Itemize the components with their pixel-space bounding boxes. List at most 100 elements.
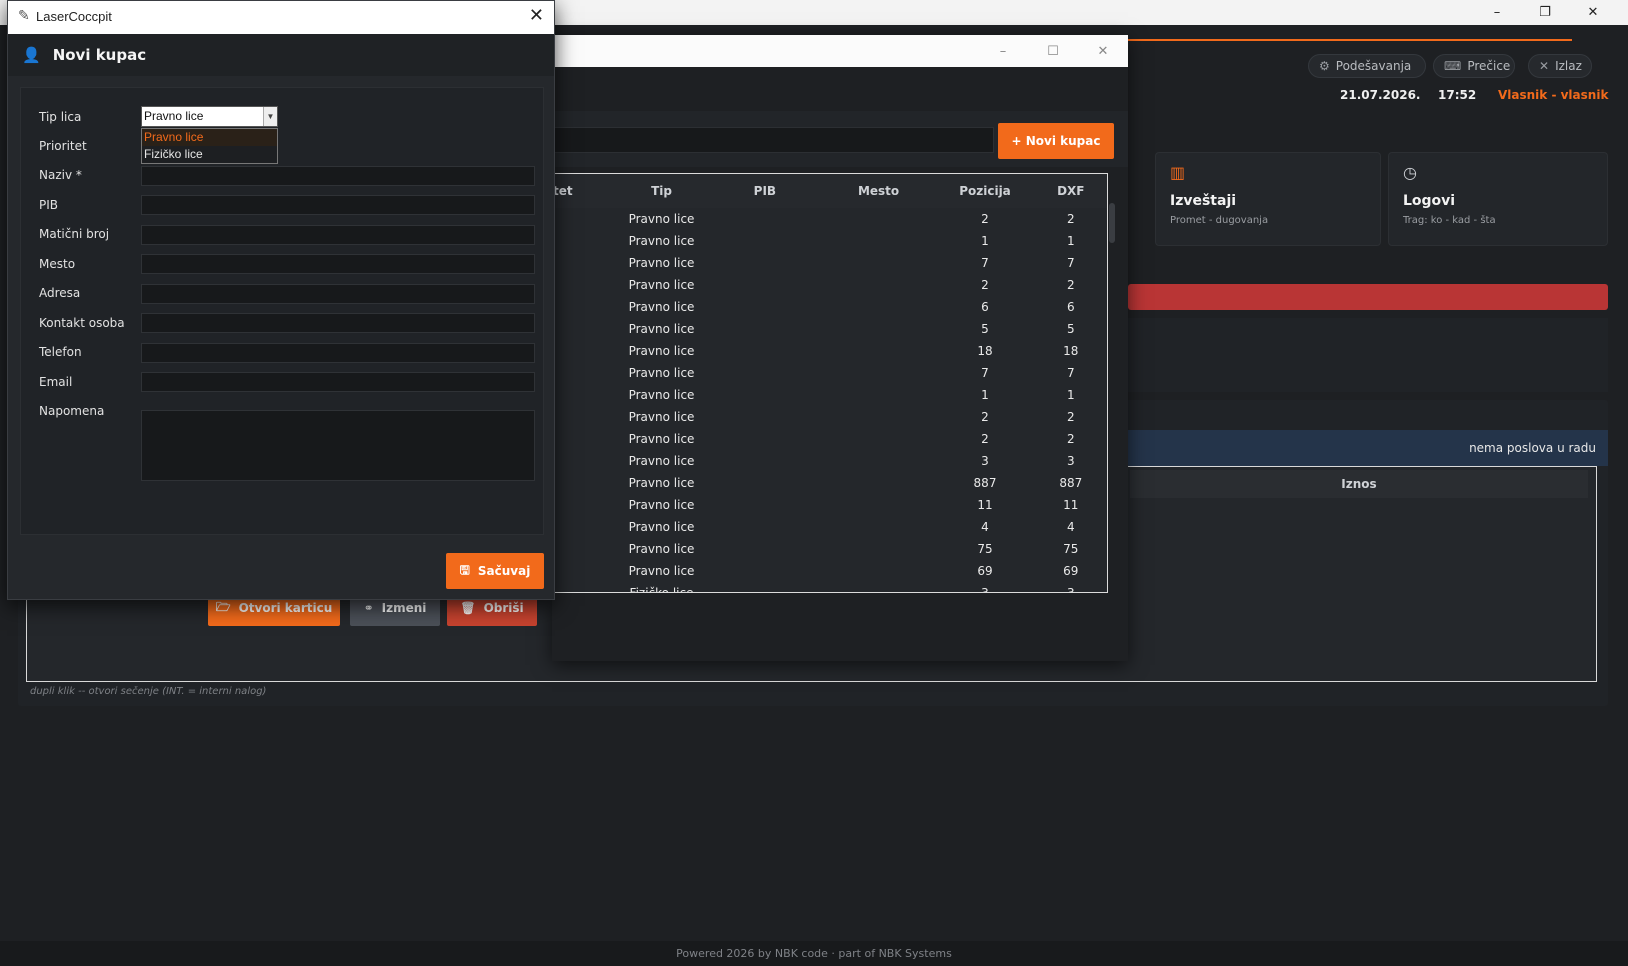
label-naziv: Naziv *	[39, 168, 82, 182]
label-telefon: Telefon	[39, 345, 82, 359]
logs-card[interactable]: ◷ Logovi Trag: ko - kad - šta	[1388, 152, 1608, 246]
cell-pozicija: 2	[981, 432, 989, 446]
cell-pib	[708, 384, 822, 406]
dropdown-option-pravno-lice[interactable]: Pravno lice	[142, 129, 277, 146]
cell-pib	[708, 230, 822, 252]
column-header-pozicija[interactable]: Pozicija	[935, 174, 1035, 208]
customers-table[interactable]: tet Tip PIB Mesto Pozicija DXF Pravno li…	[552, 173, 1108, 593]
cell-mesto	[822, 362, 936, 384]
cell-mesto	[822, 472, 936, 494]
tip-lica-select[interactable]: Pravno lice ▼	[141, 106, 278, 127]
maticni-broj-field[interactable]	[141, 225, 535, 245]
reports-subtitle: Promet - dugovanja	[1170, 215, 1269, 226]
table-row[interactable]: Pravno lice 5 5	[553, 318, 1107, 340]
reports-card[interactable]: ▥ Izveštaji Promet - dugovanja	[1155, 152, 1381, 246]
table-row[interactable]: Pravno lice 4 4	[553, 516, 1107, 538]
napomena-textarea[interactable]	[141, 410, 535, 481]
restore-button[interactable]: ❐	[1522, 0, 1568, 25]
cell-tip: Pravno lice	[628, 520, 695, 534]
table-row[interactable]: Pravno lice 2 2	[553, 406, 1107, 428]
adresa-field[interactable]	[141, 284, 535, 304]
table-row[interactable]: Pravno lice 75 75	[553, 538, 1107, 560]
shortcuts-button[interactable]: ⌨ Prečice	[1433, 54, 1515, 78]
table-row[interactable]: Pravno lice 2 2	[553, 274, 1107, 296]
tip-lica-value: Pravno lice	[144, 109, 204, 123]
cell-pozicija: 69	[977, 564, 993, 578]
cell-dxf: 18	[1063, 344, 1079, 358]
iznos-column-header[interactable]: Iznos	[1130, 470, 1588, 498]
column-header-prioritet[interactable]: tet	[553, 174, 615, 208]
table-row[interactable]: Pravno lice 887 887	[553, 472, 1107, 494]
cell-pib	[708, 274, 822, 296]
pib-field[interactable]	[141, 195, 535, 215]
cell-prioritet	[553, 362, 615, 384]
table-row[interactable]: Pravno lice 7 7	[553, 252, 1107, 274]
cell-pib	[708, 538, 822, 560]
dialog-close-button[interactable]: ✕	[529, 5, 544, 26]
keyboard-icon: ⌨	[1444, 59, 1462, 73]
cell-dxf: 69	[1063, 564, 1079, 578]
hint-text: dupli klik -- otvori sečenje (INT. = int…	[30, 686, 267, 697]
minimize-button[interactable]: –	[1474, 0, 1520, 25]
kontakt-osoba-field[interactable]	[141, 313, 535, 333]
cell-pib	[708, 560, 822, 582]
cell-dxf: 2	[1066, 410, 1075, 424]
logs-subtitle: Trag: ko - kad - šta	[1403, 215, 1496, 226]
jobs-status-text: nema poslova u radu	[1469, 441, 1596, 455]
cell-pib	[708, 208, 822, 230]
cell-mesto	[822, 582, 936, 592]
close-button[interactable]: ✕	[1570, 0, 1616, 25]
delete-label: Obriši	[483, 601, 524, 615]
table-row[interactable]: Pravno lice 1 1	[553, 384, 1107, 406]
table-row[interactable]: Pravno lice 11 11	[553, 494, 1107, 516]
save-button[interactable]: 🖫 Sačuvaj	[446, 553, 544, 589]
settings-button[interactable]: ⚙ Podešavanja	[1308, 54, 1426, 78]
exit-label: Izlaz	[1555, 59, 1582, 73]
tip-lica-dropdown[interactable]: Pravno lice Fizičko lice	[141, 128, 278, 164]
cell-dxf: 2	[1066, 212, 1075, 226]
cell-prioritet	[553, 230, 615, 252]
save-icon: 🖫	[459, 562, 470, 577]
table-row[interactable]: Pravno lice 6 6	[553, 296, 1107, 318]
table-row[interactable]: Pravno lice 2 2	[553, 428, 1107, 450]
telefon-field[interactable]	[141, 343, 535, 363]
table-row[interactable]: Pravno lice 3 3	[553, 450, 1107, 472]
table-row[interactable]: Pravno lice 69 69	[553, 560, 1107, 582]
chevron-down-icon[interactable]: ▼	[263, 107, 277, 126]
scrollbar-thumb[interactable]	[1109, 203, 1115, 243]
dropdown-option-fizicko-lice[interactable]: Fizičko lice	[142, 146, 277, 163]
column-header-pib[interactable]: PIB	[708, 174, 822, 208]
column-header-mesto[interactable]: Mesto	[821, 174, 936, 208]
cell-prioritet	[553, 428, 615, 450]
column-header-dxf[interactable]: DXF	[1034, 174, 1107, 208]
table-row[interactable]: Pravno lice 1 1	[553, 230, 1107, 252]
table-scrollbar[interactable]	[1108, 173, 1116, 593]
cell-dxf: 1	[1066, 388, 1075, 402]
dialog-titlebar: ✎ LaserCoccpit ✕	[8, 1, 554, 34]
new-customer-button[interactable]: + Novi kupac	[998, 123, 1114, 159]
naziv-field[interactable]	[141, 166, 535, 186]
cell-mesto	[822, 296, 936, 318]
mesto-field[interactable]	[141, 254, 535, 274]
table-row[interactable]: Pravno lice 7 7	[553, 362, 1107, 384]
cell-mesto	[822, 208, 936, 230]
cell-mesto	[822, 340, 936, 362]
email-field[interactable]	[141, 372, 535, 392]
customers-titlebar: – ☐ ✕	[552, 35, 1128, 67]
cell-mesto	[822, 494, 936, 516]
cell-prioritet	[553, 516, 615, 538]
cell-dxf: 1	[1066, 234, 1075, 248]
table-row[interactable]: Pravno lice 2 2	[553, 208, 1107, 230]
customers-maximize-button[interactable]: ☐	[1030, 38, 1076, 64]
cell-pozicija: 11	[977, 498, 993, 512]
table-row[interactable]: Pravno lice 18 18	[553, 340, 1107, 362]
exit-button[interactable]: ✕ Izlaz	[1528, 54, 1592, 78]
column-header-tip[interactable]: Tip	[615, 174, 709, 208]
label-email: Email	[39, 375, 73, 389]
customers-minimize-button[interactable]: –	[980, 38, 1026, 64]
table-row[interactable]: Fizičko lice 3 3	[553, 582, 1107, 592]
customers-close-button[interactable]: ✕	[1080, 38, 1126, 64]
cell-pib	[708, 450, 822, 472]
dialog-header: 👤 Novi kupac	[8, 34, 554, 76]
search-input[interactable]	[552, 127, 994, 153]
